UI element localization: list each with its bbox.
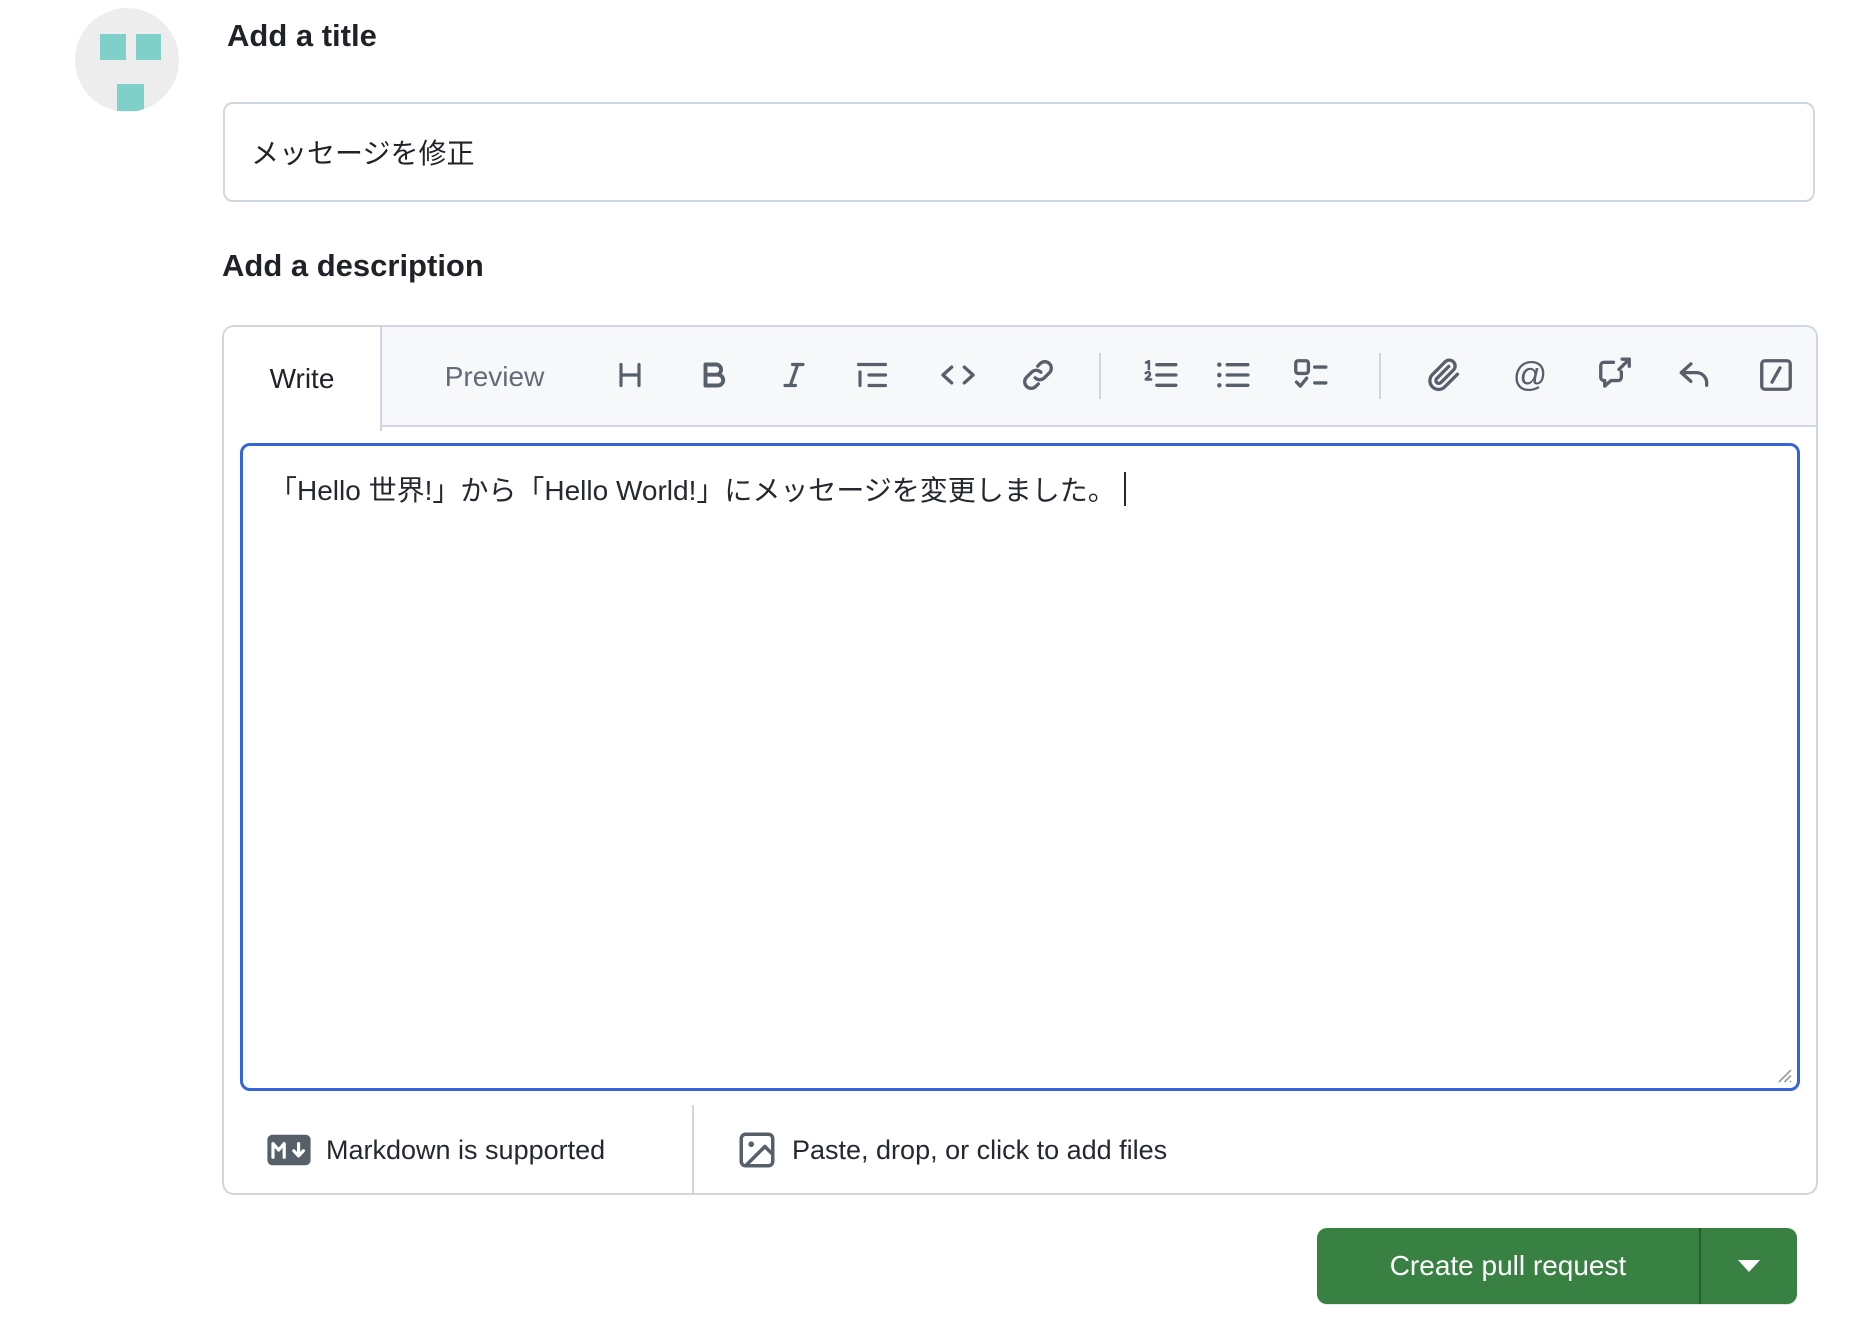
toolbar-divider [1379, 353, 1381, 399]
unordered-list-icon [1217, 362, 1250, 388]
ordered-list-button[interactable] [1132, 347, 1188, 403]
quote-icon [856, 362, 888, 388]
quote-button[interactable] [844, 347, 900, 403]
create-pull-request-split-button: Create pull request [1317, 1228, 1797, 1304]
attach-files-area[interactable]: Paste, drop, or click to add files [736, 1115, 1167, 1185]
cross-reference-icon [1599, 357, 1631, 388]
resize-handle-icon[interactable] [1770, 1061, 1794, 1085]
tab-write[interactable]: Write [224, 327, 382, 431]
mention-button[interactable]: @ [1502, 347, 1558, 403]
bold-button[interactable] [685, 347, 741, 403]
code-icon [941, 365, 975, 385]
user-avatar [75, 8, 179, 112]
create-pull-request-button[interactable]: Create pull request [1317, 1228, 1699, 1304]
chevron-down-icon [1738, 1260, 1760, 1272]
heading-icon [619, 362, 641, 388]
add-description-heading: Add a description [222, 248, 484, 283]
bold-icon [703, 362, 726, 388]
editor-footer: Markdown is supported Paste, drop, or cl… [240, 1105, 1800, 1193]
slash-command-icon [1760, 359, 1792, 391]
tab-preview-label: Preview [444, 361, 545, 392]
heading-button[interactable] [602, 347, 658, 403]
footer-divider [692, 1105, 694, 1193]
code-button[interactable] [930, 347, 986, 403]
paperclip-icon [1428, 358, 1460, 392]
description-text: 「Hello 世界!」から「Hello World!」にメッセージを変更しました… [269, 475, 1116, 506]
italic-button[interactable] [766, 347, 822, 403]
tab-preview[interactable]: Preview [382, 327, 607, 427]
reply-icon [1679, 362, 1709, 387]
tab-write-label: Write [269, 363, 335, 394]
create-pull-request-dropdown[interactable] [1701, 1228, 1797, 1304]
avatar-pattern-square [100, 34, 126, 60]
ordered-list-icon [1144, 359, 1178, 387]
link-icon [1023, 360, 1053, 390]
mention-icon: @ [1512, 356, 1548, 394]
avatar-pattern-square [136, 34, 161, 60]
markdown-icon [267, 1134, 311, 1166]
attach-file-button[interactable] [1416, 347, 1472, 403]
text-cursor [1123, 472, 1126, 506]
markdown-help-link[interactable]: Markdown is supported [266, 1115, 605, 1185]
link-button[interactable] [1010, 347, 1066, 403]
saved-replies-button[interactable] [1666, 347, 1722, 403]
image-icon [739, 1132, 775, 1168]
italic-icon [783, 362, 805, 388]
slash-commands-button[interactable] [1748, 347, 1804, 403]
cross-reference-button[interactable] [1587, 347, 1643, 403]
description-editor-panel: Write Preview @ 「Hello 世界!」から「Hello Worl… [222, 325, 1818, 1195]
pull-request-title-input[interactable] [223, 102, 1815, 202]
avatar-pattern-square [117, 84, 144, 111]
task-list-icon [1294, 359, 1328, 388]
markdown-hint-label: Markdown is supported [326, 1134, 606, 1165]
unordered-list-button[interactable] [1204, 347, 1260, 403]
paste-hint-label: Paste, drop, or click to add files [792, 1134, 1168, 1165]
toolbar-divider [1099, 353, 1101, 399]
add-title-heading: Add a title [227, 18, 377, 53]
create-pull-request-label: Create pull request [1389, 1250, 1627, 1281]
description-textarea[interactable]: 「Hello 世界!」から「Hello World!」にメッセージを変更しました… [240, 443, 1800, 1091]
task-list-button[interactable] [1282, 347, 1338, 403]
